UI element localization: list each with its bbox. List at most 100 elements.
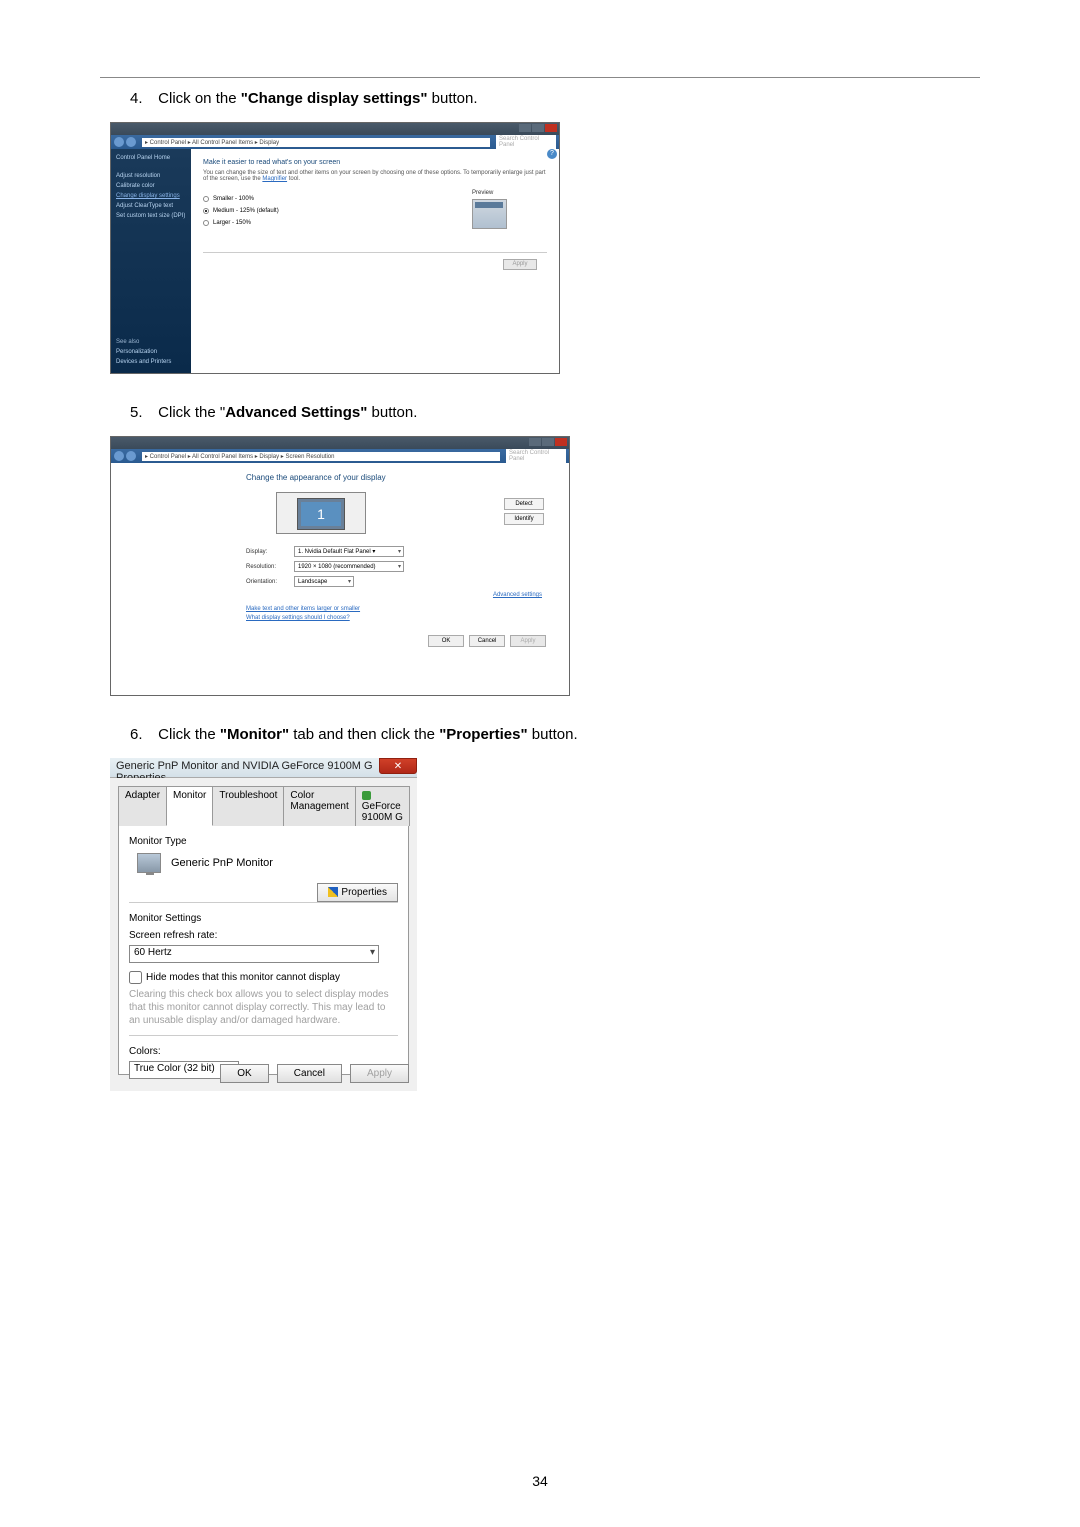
step-6-post: button. (528, 726, 578, 743)
sidebar-item[interactable]: Adjust ClearType text (116, 203, 186, 209)
step-4-post: button. (427, 90, 477, 107)
detect-button[interactable]: Detect (504, 498, 544, 510)
monitor-preview: 1 (276, 492, 366, 534)
search-input[interactable]: Search Control Panel (506, 449, 566, 463)
sidebar-item[interactable]: Calibrate color (116, 183, 186, 189)
window-titlebar (111, 437, 569, 449)
forward-icon[interactable] (126, 137, 136, 147)
apply-button[interactable]: Apply (350, 1064, 409, 1083)
breadcrumb[interactable]: ▸ Control Panel ▸ All Control Panel Item… (142, 138, 490, 147)
step-6: 6. Click the "Monitor" tab and then clic… (110, 726, 980, 1091)
step-4-text: 4. Click on the "Change display settings… (130, 90, 980, 107)
window-controls (529, 438, 567, 446)
resolution-label: Resolution: (246, 564, 294, 570)
search-input[interactable]: Search Control Panel (496, 135, 556, 149)
breadcrumb[interactable]: ▸ Control Panel ▸ All Control Panel Item… (142, 452, 500, 461)
hide-modes-checkbox[interactable]: Hide modes that this monitor cannot disp… (129, 971, 398, 984)
hide-modes-description: Clearing this check box allows you to se… (129, 988, 398, 1027)
tab-monitor[interactable]: Monitor (166, 786, 213, 826)
step-6-q1: "Monitor" (220, 726, 289, 743)
maximize-icon[interactable] (542, 438, 554, 446)
step-5: 5. Click the "Advanced Settings" button.… (110, 404, 980, 696)
ok-button[interactable]: OK (428, 635, 464, 647)
what-settings-link[interactable]: What display settings should I choose? (246, 615, 554, 621)
sidebar: Control Panel Home Adjust resolution Cal… (111, 149, 191, 373)
sidebar-item[interactable]: Adjust resolution (116, 173, 186, 179)
identify-button[interactable]: Identify (504, 513, 544, 525)
close-icon[interactable] (555, 438, 567, 446)
help-icon[interactable]: ? (547, 149, 557, 159)
magnifier-link[interactable]: Magnifier (262, 176, 287, 182)
preview-label: Preview (472, 190, 507, 196)
nav-buttons (114, 137, 136, 147)
orientation-label: Orientation: (246, 579, 294, 585)
properties-label: Properties (341, 887, 387, 898)
step-4-pre: Click on the (158, 90, 241, 107)
sidebar-item[interactable]: Devices and Printers (116, 359, 186, 365)
cancel-button[interactable]: Cancel (277, 1064, 342, 1083)
maximize-icon[interactable] (532, 124, 544, 132)
tab-panel: Monitor Type Generic PnP Monitor Propert… (118, 825, 409, 1075)
screenshot-resolution-panel: ▸ Control Panel ▸ All Control Panel Item… (110, 436, 570, 696)
minimize-icon[interactable] (519, 124, 531, 132)
checkbox-input[interactable] (129, 971, 142, 984)
step-5-pre: Click the " (158, 404, 225, 421)
monitor-icon (137, 853, 161, 873)
nav-buttons (114, 451, 136, 461)
step-6-text: 6. Click the "Monitor" tab and then clic… (130, 726, 980, 743)
ok-button[interactable]: OK (220, 1064, 268, 1083)
close-icon[interactable] (545, 124, 557, 132)
display-label: Display: (246, 549, 294, 555)
cancel-button[interactable]: Cancel (469, 635, 505, 647)
window-titlebar (111, 123, 559, 135)
orientation-dropdown[interactable]: Landscape (294, 576, 354, 587)
step-5-num: 5. (130, 404, 154, 421)
back-icon[interactable] (114, 137, 124, 147)
pane-title: Change the appearance of your display (246, 473, 554, 482)
page-top-rule (100, 77, 980, 78)
radio-medium[interactable]: Medium - 125% (default) (203, 208, 279, 214)
address-bar: ▸ Control Panel ▸ All Control Panel Item… (111, 135, 559, 149)
tab-geforce[interactable]: GeForce 9100M G (355, 786, 410, 826)
monitor-name: Generic PnP Monitor (171, 857, 273, 869)
tab-troubleshoot[interactable]: Troubleshoot (212, 786, 284, 826)
resolution-dropdown[interactable]: 1920 × 1080 (recommended) (294, 561, 404, 572)
document-content: 4. Click on the "Change display settings… (110, 90, 980, 1121)
close-icon[interactable]: ✕ (379, 758, 417, 774)
tab-adapter[interactable]: Adapter (118, 786, 167, 826)
see-also-label: See also (116, 339, 186, 345)
step-4: 4. Click on the "Change display settings… (110, 90, 980, 374)
window-controls (519, 124, 557, 132)
shield-icon (328, 887, 338, 897)
sidebar-item-change-display[interactable]: Change display settings (116, 193, 186, 199)
step-5-post: button. (367, 404, 417, 421)
properties-button[interactable]: Properties (317, 883, 398, 902)
text-size-link[interactable]: Make text and other items larger or smal… (246, 606, 554, 612)
minimize-icon[interactable] (529, 438, 541, 446)
radio-label: Larger - 150% (213, 220, 251, 226)
step-5-text: 5. Click the "Advanced Settings" button. (130, 404, 980, 421)
apply-button[interactable]: Apply (503, 259, 537, 270)
pane-subtitle: You can change the size of text and othe… (203, 170, 547, 182)
dialog-titlebar: Generic PnP Monitor and NVIDIA GeForce 9… (110, 758, 417, 778)
screenshot-monitor-properties: Generic PnP Monitor and NVIDIA GeForce 9… (110, 758, 417, 1091)
display-dropdown[interactable]: 1. Nvidia Default Flat Panel ▾ (294, 546, 404, 557)
apply-button[interactable]: Apply (510, 635, 546, 647)
sidebar-home[interactable]: Control Panel Home (116, 155, 186, 161)
pane-title: Make it easier to read what's on your sc… (203, 159, 547, 166)
radio-smaller[interactable]: Smaller - 100% (203, 196, 279, 202)
radio-larger[interactable]: Larger - 150% (203, 220, 279, 226)
address-bar: ▸ Control Panel ▸ All Control Panel Item… (111, 449, 569, 463)
sidebar-item[interactable]: Set custom text size (DPI) (116, 213, 186, 219)
sub-pre: You can change the size of text and othe… (203, 170, 546, 182)
forward-icon[interactable] (126, 451, 136, 461)
monitor-number: 1 (301, 502, 341, 526)
step-6-q2: "Properties" (439, 726, 527, 743)
back-icon[interactable] (114, 451, 124, 461)
advanced-settings-link[interactable]: Advanced settings (493, 592, 542, 598)
sub-post: tool. (287, 176, 300, 182)
step-6-mid: tab and then click the (289, 726, 439, 743)
sidebar-item[interactable]: Personalization (116, 349, 186, 355)
tab-color-management[interactable]: Color Management (283, 786, 355, 826)
refresh-rate-dropdown[interactable]: 60 Hertz (129, 945, 379, 963)
